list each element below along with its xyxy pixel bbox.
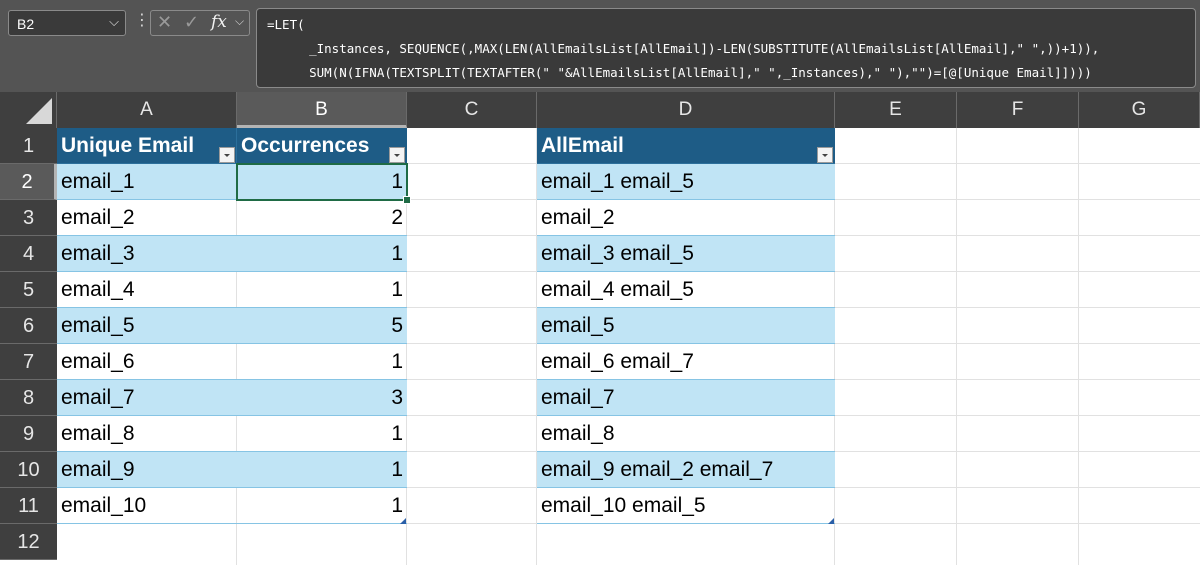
table-cell[interactable]: 1 (237, 488, 407, 524)
worksheet-grid[interactable]: A B C D E F G 1 2 3 4 5 6 7 8 9 10 11 12… (0, 92, 1200, 565)
row-header-7[interactable]: 7 (0, 344, 57, 380)
row-header-12[interactable]: 12 (0, 524, 57, 560)
table-cell[interactable]: email_6 (57, 344, 237, 380)
chevron-down-icon[interactable]: ⌵ (109, 14, 119, 30)
filter-dropdown-icon[interactable] (817, 147, 833, 163)
table-cell[interactable]: email_1 (57, 164, 237, 200)
column-header-b[interactable]: B (237, 92, 407, 128)
select-all-icon (26, 98, 52, 124)
name-box-value: B2 (17, 16, 35, 32)
row-header-1[interactable]: 1 (0, 128, 57, 164)
table-cell[interactable]: email_3 email_5 (537, 236, 835, 272)
formula-line-1: =LET( (267, 17, 305, 32)
table-cell[interactable]: email_10 email_5 (537, 488, 835, 524)
formula-bar-area: B2 ⌵ ⋮ ✕ ✓ fx ⌵ =LET( _Instances, SEQUEN… (0, 0, 1200, 92)
row-header-3[interactable]: 3 (0, 200, 57, 236)
table-cell[interactable]: 1 (237, 416, 407, 452)
column-header-d[interactable]: D (537, 92, 835, 128)
table-cell[interactable]: email_8 (537, 416, 835, 452)
table-cell[interactable]: email_5 (57, 308, 237, 344)
row-header-9[interactable]: 9 (0, 416, 57, 452)
table-cell[interactable]: email_2 (57, 200, 237, 236)
select-all-corner[interactable] (0, 92, 57, 128)
table2-header-allemail[interactable]: AllEmail (537, 128, 835, 164)
row-header-8[interactable]: 8 (0, 380, 57, 416)
table-cell[interactable]: 1 (237, 236, 407, 272)
filter-dropdown-icon[interactable] (389, 147, 405, 163)
table-cell[interactable]: email_5 (537, 308, 835, 344)
more-options-icon[interactable]: ⋮ (134, 10, 150, 30)
filter-dropdown-icon[interactable] (219, 147, 235, 163)
table-resize-handle[interactable] (828, 518, 834, 524)
enter-icon[interactable]: ✓ (184, 12, 199, 33)
fill-handle[interactable] (403, 196, 411, 204)
row-header-11[interactable]: 11 (0, 488, 57, 524)
table-cell[interactable]: email_9 email_2 email_7 (537, 452, 835, 488)
table-cell[interactable]: 1 (237, 344, 407, 380)
column-header-a[interactable]: A (57, 92, 237, 128)
gridline (956, 128, 957, 565)
table-cell[interactable]: email_7 (537, 380, 835, 416)
insert-function-icon[interactable]: fx (211, 12, 227, 32)
table-cell[interactable]: email_7 (57, 380, 237, 416)
row-header-10[interactable]: 10 (0, 452, 57, 488)
table-cell[interactable]: 1 (237, 452, 407, 488)
chevron-down-icon[interactable]: ⌵ (235, 14, 244, 29)
row-header-2[interactable]: 2 (0, 164, 57, 200)
table1-header-unique-email[interactable]: Unique Email (57, 128, 237, 164)
table-cell[interactable]: email_3 (57, 236, 237, 272)
gridline (1078, 128, 1079, 565)
table-cell[interactable]: email_1 email_5 (537, 164, 835, 200)
formula-line-2: _Instances, SEQUENCE(,MAX(LEN(AllEmailsL… (279, 41, 1100, 56)
table-cell[interactable]: email_4 email_5 (537, 272, 835, 308)
table-cell[interactable]: 5 (237, 308, 407, 344)
table1-header-occurrences[interactable]: Occurrences (237, 128, 407, 164)
column-header-c[interactable]: C (407, 92, 537, 128)
row-header-5[interactable]: 5 (0, 272, 57, 308)
table-cell[interactable]: email_4 (57, 272, 237, 308)
column-header-f[interactable]: F (957, 92, 1079, 128)
table-cell[interactable]: email_10 (57, 488, 237, 524)
formula-line-3: SUM(N(IFNA(TEXTSPLIT(TEXTAFTER(" "&AllEm… (279, 65, 1092, 80)
formula-actions: ✕ ✓ fx ⌵ (150, 10, 250, 36)
table-cell[interactable]: email_8 (57, 416, 237, 452)
table-cell[interactable]: 1 (237, 272, 407, 308)
row-header-4[interactable]: 4 (0, 236, 57, 272)
table-cell[interactable]: email_6 email_7 (537, 344, 835, 380)
table-cell[interactable]: email_2 (537, 200, 835, 236)
table-resize-handle[interactable] (400, 518, 406, 524)
formula-input[interactable]: =LET( _Instances, SEQUENCE(,MAX(LEN(AllE… (256, 8, 1196, 88)
row-header-6[interactable]: 6 (0, 308, 57, 344)
table-cell[interactable]: 2 (237, 200, 407, 236)
table-cell[interactable]: 3 (237, 380, 407, 416)
column-header-e[interactable]: E (835, 92, 957, 128)
column-header-g[interactable]: G (1079, 92, 1200, 128)
table-cell[interactable]: email_9 (57, 452, 237, 488)
name-box[interactable]: B2 ⌵ (8, 10, 126, 36)
cancel-icon[interactable]: ✕ (157, 12, 172, 33)
active-cell-selection (236, 163, 408, 201)
